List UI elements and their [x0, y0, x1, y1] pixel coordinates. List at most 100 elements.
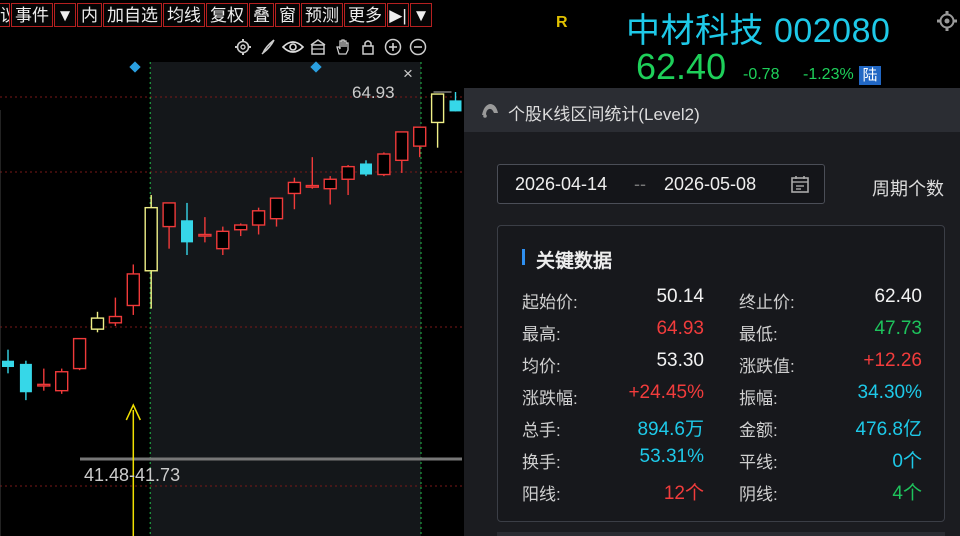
toolbar-item-9[interactable]: 更多: [344, 3, 386, 27]
candle-body-up: [430, 93, 445, 124]
hand-icon[interactable]: [330, 35, 355, 59]
calendar-icon[interactable]: [790, 174, 810, 199]
eye-icon[interactable]: [280, 35, 305, 59]
candle-body-up: [126, 273, 141, 307]
stat-value: 47.73: [874, 318, 922, 339]
candle-body-up: [269, 197, 284, 220]
stat-label: 终止价:: [739, 293, 795, 312]
toolbar-item-3[interactable]: 加自选: [103, 3, 162, 27]
stat-value: 894.6万: [637, 419, 704, 440]
lock-all-icon[interactable]: [305, 35, 330, 59]
toolbar-item-6[interactable]: 叠: [249, 3, 274, 27]
period-count-label: 周期个数: [872, 179, 944, 199]
candle-body-up: [37, 383, 51, 387]
stat-label: 金额:: [739, 421, 778, 440]
candle-body-up: [305, 184, 319, 188]
candle-body-up: [413, 126, 427, 147]
stock-price: 62.40: [636, 46, 727, 87]
stat-value: 64.93: [656, 318, 704, 339]
stat-label: 换手:: [522, 453, 561, 472]
interval-stats-panel: 个股K线区间统计(Level2) 2026-04-14 -- 2026-05-0…: [464, 88, 960, 536]
stat-value: 34.30%: [857, 382, 922, 403]
toolbar-item-7[interactable]: 窗: [275, 3, 300, 27]
stock-quote-header: R 中材科技 002080 62.40 -0.78 -1.23% 陆: [548, 0, 960, 90]
dropdown-arrow-icon[interactable]: ▼: [54, 3, 76, 27]
range-marker-icon: [129, 61, 141, 73]
candle-body-up: [395, 131, 409, 162]
stat-value: 62.40: [874, 286, 922, 307]
stats-logo-icon: [480, 101, 500, 124]
stat-label: 总手:: [522, 421, 561, 440]
high-price-label: 64.93: [352, 83, 395, 102]
stat-label: 最高:: [522, 325, 561, 344]
candle-body-up: [162, 202, 176, 228]
gear-icon[interactable]: [230, 35, 255, 59]
chart-toolbar: 议事件▼内加自选均线复权叠窗预测更多▶|▼: [0, 3, 433, 29]
stat-label: 涨跌幅:: [522, 389, 578, 408]
stat-label: 起始价:: [522, 293, 578, 312]
candle-body-up: [323, 178, 337, 190]
toolbar-item-4[interactable]: 均线: [163, 3, 205, 27]
exchange-badge: 陆: [859, 66, 881, 85]
panel-bottom-edge: [497, 532, 945, 536]
stat-value: 476.8亿: [855, 419, 922, 440]
toolbar-item-2[interactable]: 内: [77, 3, 102, 27]
stat-label: 最低:: [739, 325, 778, 344]
drawing-tools-row: [230, 35, 430, 59]
chart-background: [0, 61, 464, 536]
card-title-accent: [522, 249, 525, 265]
card-title: 关键数据: [536, 251, 613, 272]
zoom-in-icon[interactable]: [380, 35, 405, 59]
date-separator: --: [634, 174, 646, 194]
candle-body-up: [377, 153, 391, 176]
stat-value: 50.14: [656, 286, 704, 307]
candle-body-up: [90, 317, 105, 330]
panel-title: 个股K线区间统计(Level2): [508, 105, 700, 124]
date-start-value[interactable]: 2026-04-14: [515, 174, 607, 195]
range-price-label: 41.48-41.73: [84, 465, 181, 485]
stat-value: 4个: [892, 483, 922, 504]
brush-icon[interactable]: [255, 35, 280, 59]
candle-body-down: [19, 363, 32, 393]
dropdown-arrow-icon[interactable]: ▼: [410, 3, 432, 27]
stat-label: 振幅:: [739, 389, 778, 408]
candle-body-up: [72, 337, 87, 370]
stat-label: 平线:: [739, 453, 778, 472]
stat-value: +12.26: [863, 350, 922, 371]
candle-body-up: [233, 224, 248, 231]
margin-trading-mark: R: [556, 14, 568, 31]
toolbar-item-8[interactable]: 预测: [301, 3, 343, 27]
toolbar-item-0[interactable]: 事件: [11, 3, 53, 27]
settings-gear-icon[interactable]: [936, 10, 958, 37]
candle-body-down: [181, 220, 193, 243]
key-data-card: 关键数据 起始价: 50.14 终止价: 62.40 最高: 64.93 最低: 47.73 均…: [497, 225, 945, 522]
stat-value: 53.31%: [639, 446, 704, 467]
candle-body-up: [251, 210, 266, 226]
toolbar-cut-item[interactable]: 议: [0, 3, 10, 27]
stock-change: -0.78: [743, 66, 780, 83]
candle-body-down: [360, 163, 372, 175]
stock-name-code[interactable]: 中材科技 002080: [626, 3, 890, 52]
candle-body-up: [341, 165, 355, 180]
lock-icon[interactable]: [355, 35, 380, 59]
candle-body-up: [55, 371, 69, 392]
zoom-out-icon[interactable]: [405, 35, 430, 59]
panel-title-bar[interactable]: 个股K线区间统计(Level2): [464, 88, 960, 132]
candle-body-up: [108, 315, 123, 324]
stock-change-pct: -1.23%: [803, 66, 854, 83]
stat-value: 0个: [892, 451, 922, 472]
date-range-picker[interactable]: 2026-04-14 -- 2026-05-08: [497, 164, 825, 204]
candle-body-up: [287, 181, 302, 195]
date-end-value[interactable]: 2026-05-08: [664, 174, 756, 195]
jump-end-icon[interactable]: ▶|: [387, 3, 409, 27]
candle-body-down: [2, 360, 14, 368]
close-selection-icon[interactable]: ×: [403, 64, 413, 84]
candle-body-down: [449, 100, 462, 112]
selection-shade: [150, 62, 421, 536]
toolbar-item-5[interactable]: 复权: [206, 3, 248, 27]
kline-chart[interactable]: [0, 0, 464, 536]
candle-body-up: [198, 233, 212, 237]
stat-value: +24.45%: [628, 382, 704, 403]
stat-label: 涨跌值:: [739, 357, 795, 376]
stat-label: 均价:: [522, 357, 561, 376]
